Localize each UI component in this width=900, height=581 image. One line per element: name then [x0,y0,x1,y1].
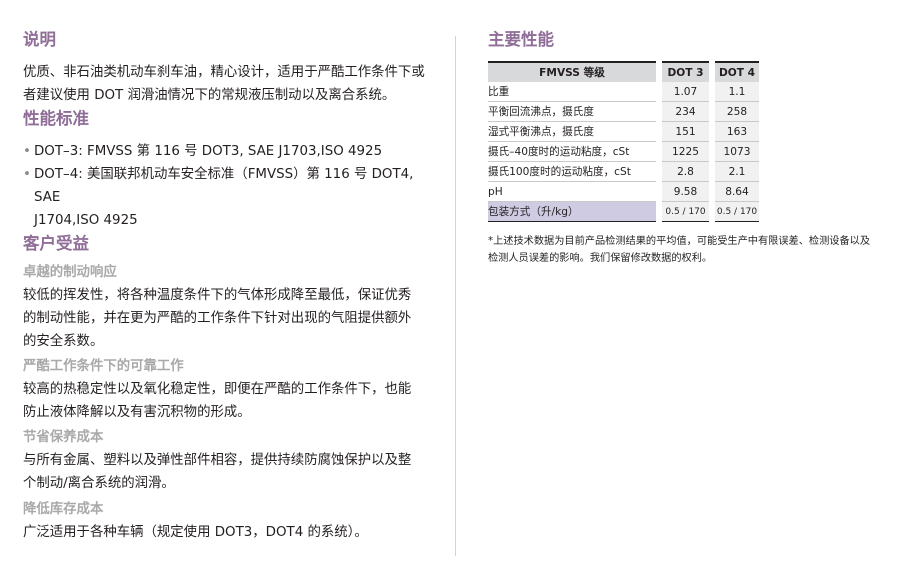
cell-dot4: 1073 [715,142,759,162]
footnote: *上述技术数据为目前产品检测结果的平均值，可能受生产中有限误差、检测设备以及 检… [488,233,888,267]
benefit-line: 个制动/离合系统的润滑。 [23,476,175,491]
benefit-line: 较高的热稳定性以及氧化稳定性，即便在严酷的工作条件下，也能 [23,382,412,397]
properties-table: FMVSS 等级 DOT 3 DOT 4 比重 1.07 1.1 平衡回流沸点，… [488,61,759,222]
benefit-title: 降低库存成本 [23,502,104,517]
table-header-row: FMVSS 等级 DOT 3 DOT 4 [488,61,759,82]
benefit-title: 卓越的制动响应 [23,265,117,280]
cell-dot4: 2.1 [715,162,759,182]
table-header-cell: DOT 3 [662,61,709,82]
cell-dot3: 2.8 [662,162,709,182]
table-row: pH 9.58 8.64 [488,182,759,202]
table-row-packaging: 包装方式（升/kg） 0.5 / 170 0.5 / 170 [488,202,759,222]
benefits-list: 卓越的制动响应 较低的挥发性，将各种温度条件下的气体形成降至最低，保证优秀 的制… [23,262,433,544]
footnote-line: *上述技术数据为目前产品检测结果的平均值，可能受生产中有限误差、检测设备以及 [488,236,871,247]
row-label: 摄氏100度时的运动粘度，cSt [488,162,656,182]
cell-dot3: 151 [662,122,709,142]
row-label: 包装方式（升/kg） [488,202,656,222]
cell-dot3: 9.58 [662,182,709,202]
benefit-line: 防止液体降解以及有害沉积物的形成。 [23,405,251,420]
cell-dot4: 1.1 [715,82,759,102]
benefit-title: 节省保养成本 [23,430,104,445]
standard-item: • DOT–4: 美国联邦机动车安全标准（FMVSS）第 116 号 DOT4, … [23,163,433,209]
row-label: 平衡回流沸点，摄氏度 [488,102,656,122]
row-label: 湿式平衡沸点，摄氏度 [488,122,656,142]
benefit-line: 较低的挥发性，将各种温度条件下的气体形成降至最低，保证优秀 [23,288,412,303]
table-row: 湿式平衡沸点，摄氏度 151 163 [488,122,759,142]
benefit-line: 的安全系数。 [23,334,104,349]
description-line: 者建议使用 DOT 润滑油情况下的常规液压制动以及离合系统。 [23,88,396,103]
description-text: 优质、非石油类机动车刹车油，精心设计，适用于严酷工作条件下或 者建议使用 DOT… [23,61,433,107]
footnote-line: 检测人员误差的影响。我们保留修改数据的权利。 [488,253,713,264]
cell-dot3: 1.07 [662,82,709,102]
table-header-cell: DOT 4 [715,61,759,82]
cell-dot4: 8.64 [715,182,759,202]
table-row: 平衡回流沸点，摄氏度 234 258 [488,102,759,122]
standards-heading: 性能标准 [23,109,89,128]
cell-dot3: 1225 [662,142,709,162]
bullet-icon: • [23,144,31,159]
standards-list: • DOT–3: FMVSS 第 116 号 DOT3, SAE J1703,IS… [23,140,433,232]
benefit-line: 广泛适用于各种车辆（规定使用 DOT3，DOT4 的系统）。 [23,525,368,540]
row-label: pH [488,182,656,202]
benefit-line: 的制动性能，并在更为严酷的工作条件下针对出现的气阻提供额外 [23,311,412,326]
table-row: 摄氏–40度时的运动粘度，cSt 1225 1073 [488,142,759,162]
table-header-cell: FMVSS 等级 [488,61,656,82]
row-label: 比重 [488,82,656,102]
cell-dot4: 163 [715,122,759,142]
benefits-heading: 客户受益 [23,234,89,253]
cell-dot4: 0.5 / 170 [715,202,759,222]
properties-heading: 主要性能 [488,30,554,49]
standard-item-continued: J1704,ISO 4925 [34,213,138,228]
table-row: 比重 1.07 1.1 [488,82,759,102]
cell-dot3: 234 [662,102,709,122]
right-column: 主要性能 FMVSS 等级 DOT 3 DOT 4 比重 1.07 1.1 平衡… [488,28,883,267]
bullet-icon: • [23,167,31,182]
description-line: 优质、非石油类机动车刹车油，精心设计，适用于严酷工作条件下或 [23,65,425,80]
left-column: 说明 优质、非石油类机动车刹车油，精心设计，适用于严酷工作条件下或 者建议使用 … [23,28,433,544]
standard-item: • DOT–3: FMVSS 第 116 号 DOT3, SAE J1703,IS… [23,140,433,163]
description-heading: 说明 [23,30,56,49]
row-label: 摄氏–40度时的运动粘度，cSt [488,142,656,162]
column-divider [455,36,456,556]
benefit-line: 与所有金属、塑料以及弹性部件相容，提供持续防腐蚀保护以及整 [23,453,412,468]
benefit-title: 严酷工作条件下的可靠工作 [23,359,184,374]
cell-dot3: 0.5 / 170 [662,202,709,222]
cell-dot4: 258 [715,102,759,122]
table-row: 摄氏100度时的运动粘度，cSt 2.8 2.1 [488,162,759,182]
